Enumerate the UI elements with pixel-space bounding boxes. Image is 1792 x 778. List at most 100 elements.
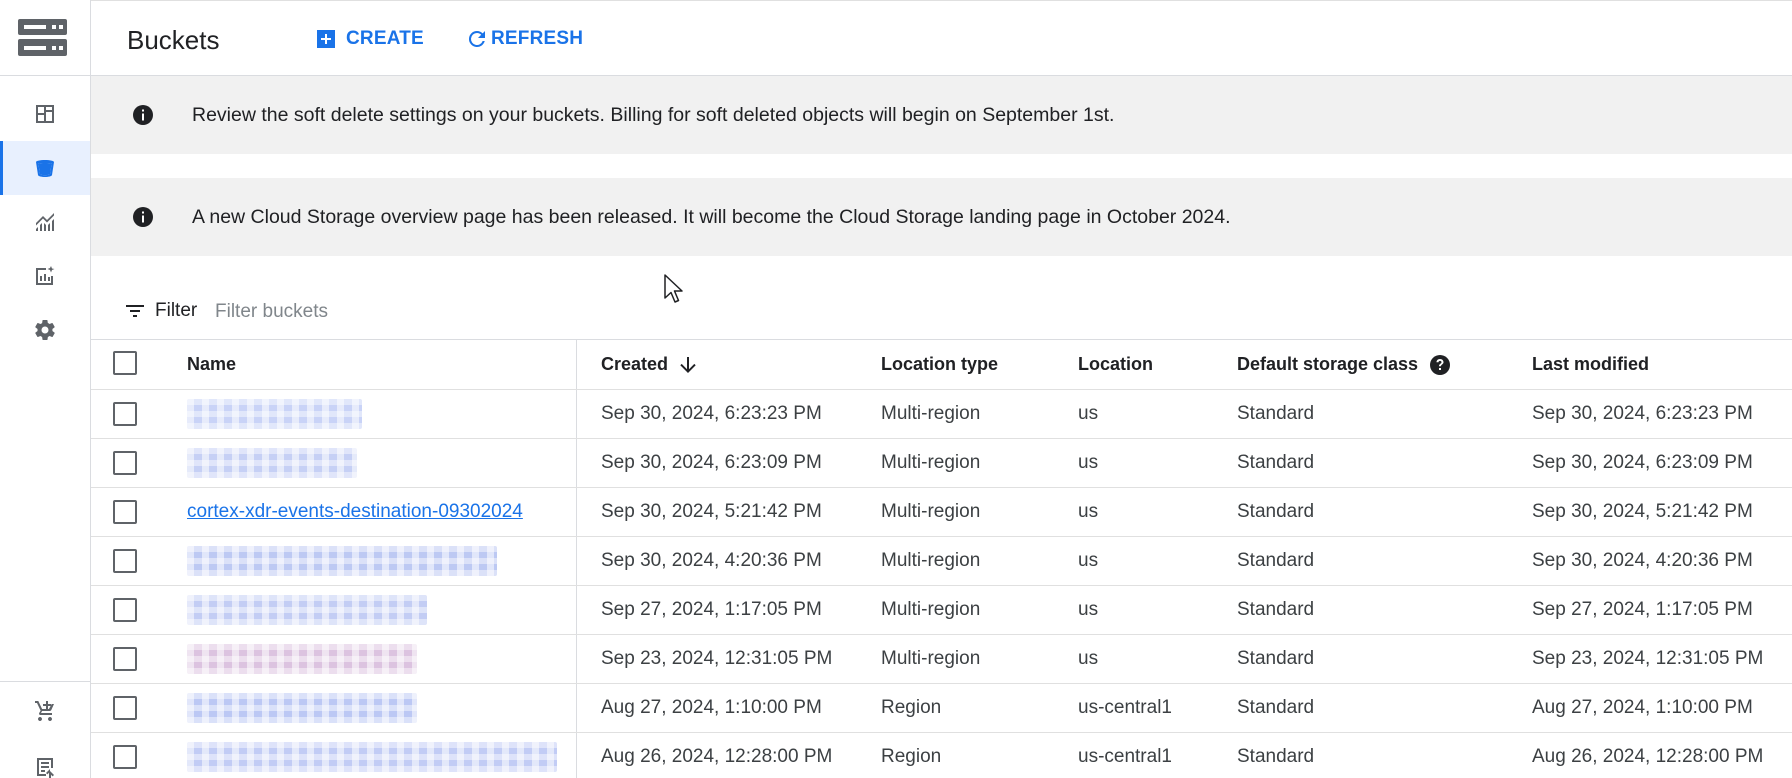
row-checkbox[interactable] (113, 696, 137, 720)
filter-button[interactable]: Filter (123, 299, 197, 323)
refresh-button[interactable]: REFRESH (465, 27, 583, 51)
filter-buckets-input[interactable] (215, 297, 715, 327)
nav-release-notes[interactable] (0, 740, 90, 778)
last-modified-cell: Sep 30, 2024, 6:23:23 PM (1532, 403, 1753, 424)
row-select-cell (113, 537, 137, 585)
redacted-bucket-name-link[interactable] (187, 399, 362, 429)
bucket-name-link[interactable]: cortex-xdr-events-destination-09302024 (187, 501, 523, 523)
column-divider (576, 586, 577, 634)
table-row[interactable]: Sep 30, 2024, 4:20:36 PM Multi-region us St… (91, 537, 1792, 586)
bucket-name-cell (187, 684, 417, 732)
redacted-bucket-name-link[interactable] (187, 448, 357, 478)
column-header-default-storage-class[interactable]: Default storage class (1237, 340, 1452, 389)
select-all-cell (113, 340, 137, 389)
redacted-bucket-name-link[interactable] (187, 595, 427, 625)
nav-monitoring[interactable] (0, 195, 90, 249)
rail-bottom-divider (0, 681, 91, 682)
location-type-cell: Region (881, 697, 942, 718)
rail-divider (0, 75, 91, 76)
marketplace-cart-icon (35, 701, 54, 721)
create-bucket-button[interactable]: CREATE (314, 27, 424, 51)
row-checkbox[interactable] (113, 402, 137, 426)
row-select-cell (113, 390, 137, 438)
gear-icon (35, 320, 55, 341)
nav-settings[interactable] (0, 303, 90, 357)
nav-insights[interactable] (0, 249, 90, 303)
location-type-cell: Region (881, 746, 942, 767)
column-divider (576, 390, 577, 438)
column-header-location[interactable]: Location (1078, 340, 1153, 389)
row-checkbox[interactable] (113, 451, 137, 475)
row-checkbox[interactable] (113, 500, 137, 524)
table-row[interactable]: Sep 30, 2024, 6:23:23 PM Multi-region us St… (91, 390, 1792, 439)
select-all-checkbox[interactable] (113, 350, 137, 375)
banner-message: A new Cloud Storage overview page has be… (192, 205, 1231, 228)
row-checkbox[interactable] (113, 647, 137, 671)
nav-buckets[interactable] (0, 141, 90, 195)
mouse-cursor-icon (664, 274, 683, 303)
last-modified-cell: Sep 30, 2024, 5:21:42 PM (1532, 501, 1753, 522)
location-type-cell: Multi-region (881, 550, 981, 571)
redacted-bucket-name-link[interactable] (187, 644, 417, 674)
help-icon[interactable] (1428, 353, 1452, 377)
row-checkbox[interactable] (113, 745, 137, 769)
refresh-icon (468, 30, 485, 47)
storage-class-cell: Standard (1237, 452, 1315, 473)
location-cell: us (1078, 403, 1099, 424)
redacted-bucket-name-link[interactable] (187, 693, 417, 723)
row-checkbox[interactable] (113, 549, 137, 573)
dashboard-icon (36, 105, 54, 123)
banner-message: Review the soft delete settings on your … (192, 103, 1115, 126)
storage-class-cell: Standard (1237, 599, 1315, 620)
arrow-down-sort-icon[interactable] (676, 353, 700, 377)
table-body: Sep 30, 2024, 6:23:23 PM Multi-region us St… (91, 390, 1792, 778)
column-divider (576, 439, 577, 487)
redacted-bucket-name-link[interactable] (187, 742, 557, 772)
location-cell: us-central1 (1078, 697, 1172, 718)
bucket-name-cell (187, 390, 362, 438)
location-cell: us (1078, 550, 1099, 571)
location-type-cell: Multi-region (881, 403, 981, 424)
nav-marketplace[interactable] (0, 684, 90, 738)
location-cell: us-central1 (1078, 746, 1172, 767)
soft-delete-info-banner: Review the soft delete settings on your … (91, 76, 1792, 154)
nav-overview[interactable] (0, 87, 90, 141)
created-cell: Aug 26, 2024, 12:28:00 PM (601, 746, 833, 767)
row-select-cell (113, 439, 137, 487)
monitoring-icon (36, 213, 54, 231)
last-modified-cell: Sep 27, 2024, 1:17:05 PM (1532, 599, 1753, 620)
page-header: Buckets CREATE REFRESH (91, 0, 1792, 76)
column-header-location-type[interactable]: Location type (881, 340, 998, 389)
row-checkbox[interactable] (113, 598, 137, 622)
add-box-icon (317, 30, 335, 48)
insights-icon (36, 266, 55, 285)
bucket-name-cell (187, 586, 427, 634)
redacted-bucket-name-link[interactable] (187, 546, 497, 576)
table-row[interactable]: Aug 27, 2024, 1:10:00 PM Region us-central… (91, 684, 1792, 733)
table-row[interactable]: cortex-xdr-events-destination-09302024 Se… (91, 488, 1792, 537)
location-type-cell: Multi-region (881, 501, 981, 522)
column-header-last-modified[interactable]: Last modified (1532, 340, 1649, 389)
location-type-cell: Multi-region (881, 648, 981, 669)
bucket-name-cell: cortex-xdr-events-destination-09302024 (187, 488, 523, 536)
filter-list-icon (126, 305, 144, 317)
created-cell: Sep 30, 2024, 6:23:23 PM (601, 403, 822, 424)
last-modified-cell: Sep 30, 2024, 4:20:36 PM (1532, 550, 1753, 571)
created-cell: Sep 30, 2024, 6:23:09 PM (601, 452, 822, 473)
location-type-cell: Multi-region (881, 452, 981, 473)
column-divider (576, 340, 577, 389)
column-header-storage-class-label: Default storage class (1237, 354, 1419, 374)
table-row[interactable]: Sep 23, 2024, 12:31:05 PM Multi-region us S… (91, 635, 1792, 684)
location-cell: us (1078, 599, 1099, 620)
column-header-name[interactable]: Name (187, 340, 236, 389)
storage-class-cell: Standard (1237, 403, 1315, 424)
last-modified-cell: Sep 23, 2024, 12:31:05 PM (1532, 648, 1764, 669)
column-header-created[interactable]: Created (601, 340, 700, 389)
table-row[interactable]: Aug 26, 2024, 12:28:00 PM Region us-centra… (91, 733, 1792, 778)
table-row[interactable]: Sep 30, 2024, 6:23:09 PM Multi-region us St… (91, 439, 1792, 488)
column-divider (576, 635, 577, 683)
page-title: Buckets (127, 25, 220, 55)
column-divider (576, 684, 577, 732)
table-row[interactable]: Sep 27, 2024, 1:17:05 PM Multi-region us St… (91, 586, 1792, 635)
storage-class-cell: Standard (1237, 746, 1315, 767)
